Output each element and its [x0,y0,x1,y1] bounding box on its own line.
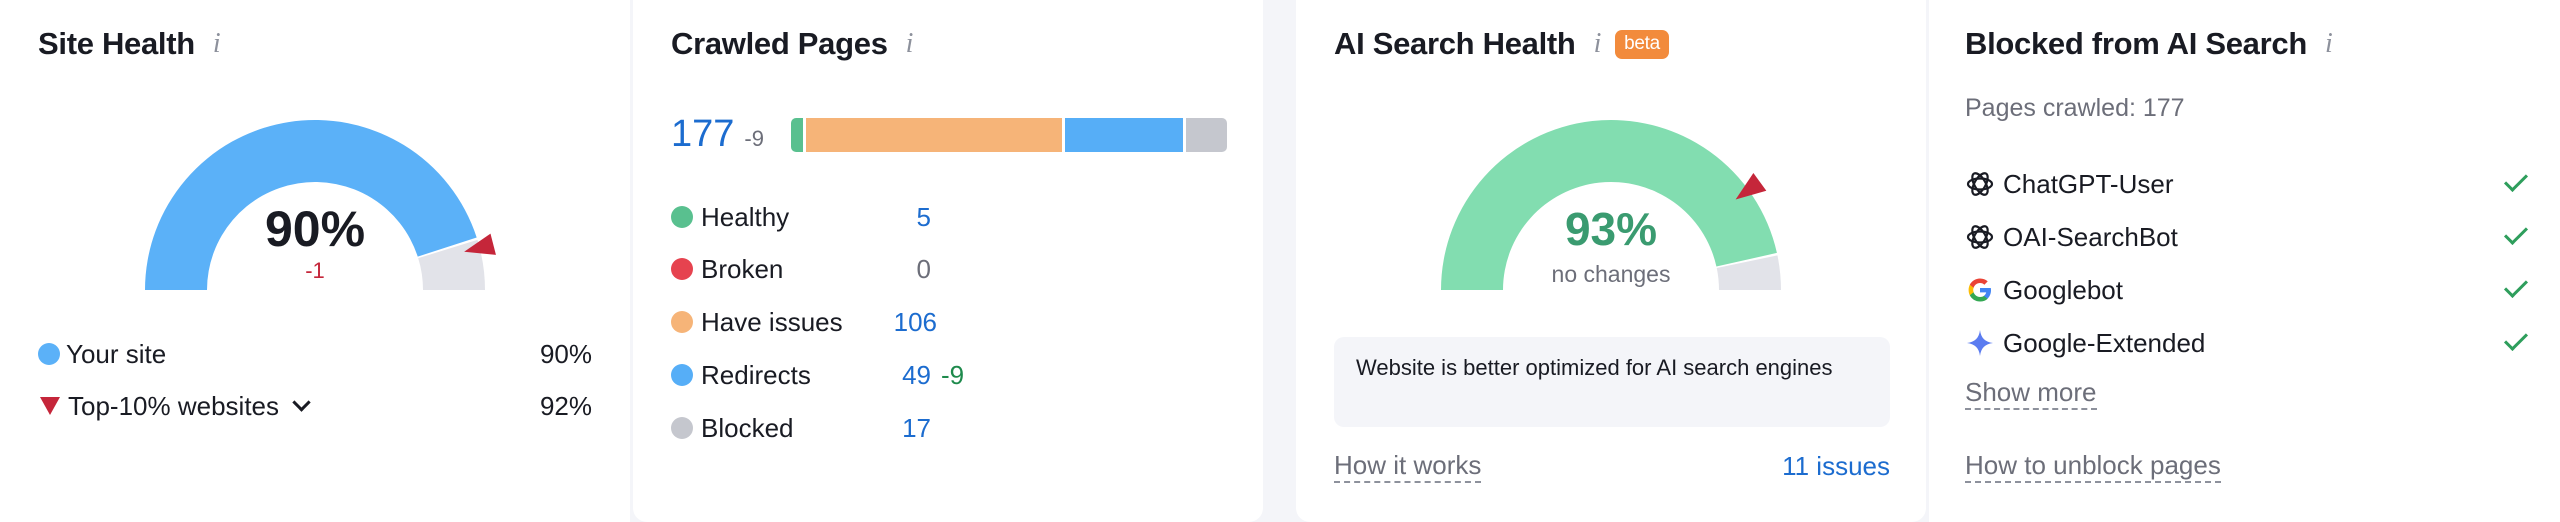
status-dot [671,364,693,386]
bar-segment-redirects[interactable] [1064,118,1183,152]
bot-row: Googlebot [1965,270,2529,310]
beta-badge: beta [1615,29,1669,59]
crawled-total[interactable]: 177 [671,113,734,156]
bar-segment-healthy[interactable] [791,118,804,152]
openai-icon [1965,222,1995,252]
stat-value[interactable]: 49 [891,360,931,391]
check-icon [2503,167,2529,193]
legend-label: Your site [66,338,167,369]
crawl-stat-broken[interactable]: Broken 0 [671,249,931,289]
ai-issues-link[interactable]: 11 issues [1782,451,1890,482]
stat-label: Broken [701,253,784,284]
site-health-score: 90% [264,201,366,257]
crawl-stat-redirects[interactable]: Redirects 49 -9 [671,355,964,395]
bot-name: Googlebot [2003,274,2123,305]
stat-value[interactable]: 106 [891,307,937,338]
crawled-pages-bar [791,118,1227,152]
bar-segment-blocked[interactable] [1185,118,1227,152]
ai-search-health-card: AI Search Health i beta 93% no changes W… [1296,0,1926,522]
legend-your-site: Your site 90% [38,334,592,374]
unblock-pages-label[interactable]: How to unblock pages [1965,450,2221,483]
crawled-pages-title-row: Crawled Pages i [671,26,913,62]
crawl-stat-blocked[interactable]: Blocked 17 [671,408,931,448]
site-health-card: Site Health i 90% -1 Your site 90% Top-1… [0,0,630,522]
ai-search-note: Website is better optimized for AI searc… [1334,337,1890,427]
bot-row: ChatGPT-User [1965,164,2529,204]
crawled-pages-title: Crawled Pages [671,26,888,61]
stat-value[interactable]: 5 [891,202,931,233]
ai-search-subtitle: no changes [1551,261,1671,287]
show-more-label[interactable]: Show more [1965,377,2097,410]
stat-delta: -9 [941,359,965,390]
legend-value: 92% [539,390,592,421]
info-icon[interactable]: i [2325,28,2333,60]
bar-segment-have-issues[interactable] [806,118,1062,152]
site-health-title: Site Health [38,26,195,61]
how-it-works-label[interactable]: How it works [1334,450,1482,483]
info-icon[interactable]: i [213,28,221,60]
bot-name: ChatGPT-User [2003,168,2174,199]
stat-value: 0 [916,253,931,284]
blocked-ai-title-row: Blocked from AI Search i [1965,26,2333,62]
your-site-dot [38,343,60,365]
pages-crawled-label: Pages crawled: 177 [1965,94,2185,122]
crawl-stat-have-issues[interactable]: Have issues 106 [671,302,937,342]
legend-top10[interactable]: Top-10% websites 92% [38,386,592,426]
site-health-title-row: Site Health i [38,26,221,62]
show-more-link[interactable]: Show more [1965,377,2097,410]
stat-label: Healthy [701,201,790,232]
stat-label: Blocked [701,412,794,443]
bot-row: Google-Extended [1965,323,2529,363]
check-icon [2503,273,2529,299]
legend-value: 90% [539,338,592,369]
stat-value[interactable]: 17 [891,413,931,444]
bot-name: Google-Extended [2003,327,2206,358]
crawled-pages-card: Crawled Pages i 177 -9 Healthy 5 Broken 0 Ha… [633,0,1263,522]
crawled-change: -9 [744,126,764,151]
info-icon[interactable]: i [1594,28,1602,60]
stat-label: Have issues [701,306,843,337]
openai-icon [1965,169,1995,199]
ai-search-title-row: AI Search Health i beta [1334,26,1669,62]
chevron-down-icon[interactable] [292,392,311,412]
status-dot [671,258,693,280]
blocked-ai-title: Blocked from AI Search [1965,26,2307,61]
status-dot [671,311,693,333]
ai-search-title: AI Search Health [1334,26,1576,61]
top10-triangle-icon [40,397,60,415]
crawled-total-row: 177 -9 [671,113,764,156]
check-icon [2503,326,2529,352]
status-dot [671,206,693,228]
how-it-works-link[interactable]: How it works [1334,450,1482,483]
google-icon [1965,275,1995,305]
stat-label: Redirects [701,359,811,390]
unblock-pages-link[interactable]: How to unblock pages [1965,450,2221,483]
info-icon[interactable]: i [906,28,914,60]
gemini-icon [1965,328,1995,358]
check-icon [2503,220,2529,246]
legend-label: Top-10% websites [68,390,279,421]
ai-search-score: 93% [1564,203,1658,255]
bot-row: OAI-SearchBot [1965,217,2529,257]
bot-name: OAI-SearchBot [2003,221,2178,252]
blocked-ai-card: Blocked from AI Search i Pages crawled: … [1929,0,2560,522]
site-health-change: -1 [305,258,325,283]
status-dot [671,417,693,439]
crawl-stat-healthy[interactable]: Healthy 5 [671,197,931,237]
